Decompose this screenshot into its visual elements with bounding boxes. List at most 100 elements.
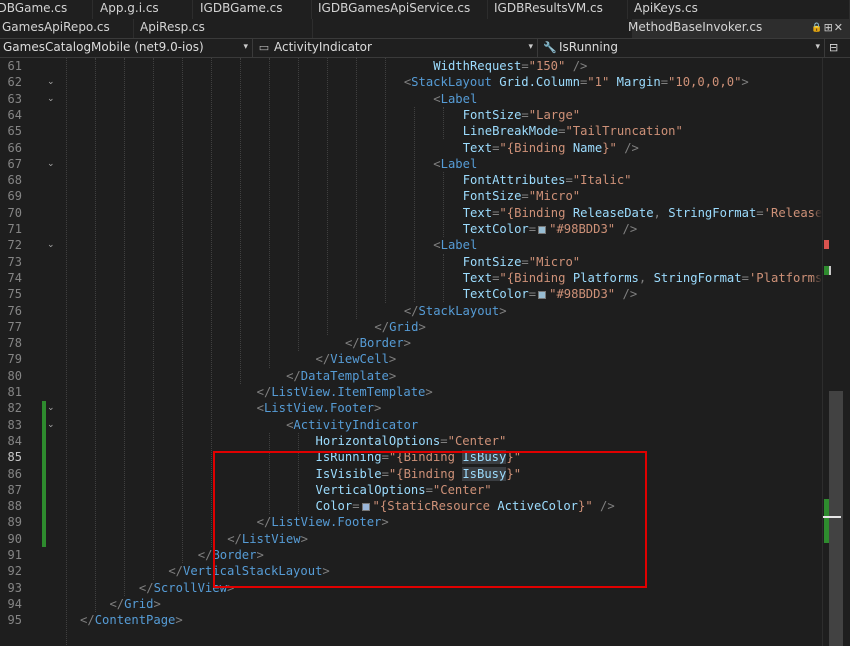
code-text: </StackLayout>: [404, 303, 507, 319]
chevron-down-icon: ▾: [528, 39, 533, 56]
highlight-annotation-box: [213, 451, 647, 588]
line-number: 87: [0, 482, 22, 498]
code-line: 65LineBreakMode="TailTruncation": [0, 123, 850, 139]
fold-chevron-icon[interactable]: ⌄: [47, 237, 55, 253]
line-number: 70: [0, 205, 22, 221]
document-tab[interactable]: ApiKeys.cs: [632, 0, 850, 19]
line-number: 76: [0, 303, 22, 319]
line-number: 84: [0, 433, 22, 449]
code-text: </Border>: [345, 335, 411, 351]
code-text: </DataTemplate>: [286, 368, 396, 384]
code-line: 72 ⌄ <Label: [0, 237, 850, 253]
code-text: <Label: [433, 237, 477, 253]
code-line: 70 Text="{Binding ReleaseDate, StringForm…: [0, 205, 850, 221]
code-text: FontSize="Micro": [463, 188, 580, 204]
code-line: 81</ListView.ItemTemplate>: [0, 384, 850, 400]
code-text: FontSize="Micro": [463, 254, 580, 270]
code-line: 77</Grid>: [0, 319, 850, 335]
document-tab[interactable]: IGDBResultsVM.cs: [492, 0, 628, 19]
tab-methodbaseinvoker[interactable]: MethodBaseInvoker.cs 🔒 ⊞ ✕: [632, 19, 850, 38]
line-number: 92: [0, 563, 22, 579]
line-number: 72: [0, 237, 22, 253]
line-number: 73: [0, 254, 22, 270]
line-number: 95: [0, 612, 22, 628]
line-number: 75: [0, 286, 22, 302]
fold-chevron-icon[interactable]: ⌄: [47, 400, 55, 416]
wrench-icon: 🔧: [543, 39, 555, 56]
line-number: 68: [0, 172, 22, 188]
code-text: WidthRequest="150" />: [433, 58, 587, 74]
fold-chevron-icon[interactable]: ⌄: [47, 91, 55, 107]
code-line: 80 </DataTemplate>: [0, 368, 850, 384]
document-tab[interactable]: IDBGame.cs: [0, 0, 93, 19]
code-text: HorizontalOptions="Center": [316, 433, 507, 449]
code-line: 61WidthRequest="150" />: [0, 58, 850, 74]
overflow-fade: [812, 58, 822, 646]
code-text: </Grid>: [109, 596, 160, 612]
scroll-caret-marker: [823, 516, 841, 518]
code-text: LineBreakMode="TailTruncation": [463, 123, 683, 139]
line-number: 64: [0, 107, 22, 123]
line-number: 66: [0, 140, 22, 156]
document-tab[interactable]: GamesApiRepo.cs: [0, 19, 134, 38]
code-line: 74Text="{Binding Platforms, StringFormat…: [0, 270, 850, 286]
code-editor[interactable]: 61WidthRequest="150" />62⌄<StackLayout G…: [0, 58, 850, 646]
navigation-bar: GamesCatalogMobile (net9.0-ios) ▾ ▭Activ…: [0, 38, 850, 58]
pin-icon[interactable]: ⊞: [830, 19, 833, 38]
code-line: 82⌄<ListView.Footer>: [0, 400, 850, 416]
document-tab[interactable]: ApiResp.cs: [138, 19, 313, 38]
vertical-scrollbar[interactable]: [822, 58, 850, 646]
tab-label: IDBGame.cs: [0, 1, 67, 15]
line-number: 67: [0, 156, 22, 172]
line-number: 80: [0, 368, 22, 384]
line-number: 77: [0, 319, 22, 335]
type-label: ActivityIndicator: [274, 40, 372, 54]
chevron-down-icon: ▾: [815, 39, 820, 56]
line-number: 82: [0, 400, 22, 416]
document-tab[interactable]: IGDBGamesApiService.cs: [316, 0, 488, 19]
project-label: GamesCatalogMobile (net9.0-ios): [3, 40, 204, 54]
code-line: 76 </StackLayout>: [0, 303, 850, 319]
fold-chevron-icon[interactable]: ⌄: [47, 74, 55, 90]
code-line: 66 Text="{Binding Name}" />: [0, 140, 850, 156]
tab-label: MethodBaseInvoker.cs: [628, 20, 762, 34]
code-text: Text="{Binding Name}" />: [463, 140, 639, 156]
close-icon[interactable]: ✕: [840, 19, 843, 38]
project-dropdown[interactable]: GamesCatalogMobile (net9.0-ios) ▾: [0, 39, 253, 57]
code-text: Text="{Binding ReleaseDate, StringFormat…: [463, 205, 845, 221]
code-line: 83⌄<ActivityIndicator: [0, 417, 850, 433]
tab-label: GamesApiRepo.cs: [2, 20, 110, 34]
code-text: </ContentPage>: [80, 612, 183, 628]
tab-label: IGDBGame.cs: [200, 1, 283, 15]
line-number: 86: [0, 466, 22, 482]
member-dropdown[interactable]: 🔧IsRunning ▾: [540, 39, 825, 57]
document-tab-row-2: MethodBaseInvoker.cs 🔒 ⊞ ✕ GamesApiRepo.…: [0, 19, 850, 38]
code-text: TextColor="#98BDD3" />: [463, 221, 637, 237]
line-number: 91: [0, 547, 22, 563]
tab-label: ApiResp.cs: [140, 20, 205, 34]
code-text: FontSize="Large": [463, 107, 580, 123]
code-line: 84 HorizontalOptions="Center": [0, 433, 850, 449]
code-text: <Label: [433, 91, 477, 107]
line-number: 78: [0, 335, 22, 351]
line-number: 71: [0, 221, 22, 237]
fold-chevron-icon[interactable]: ⌄: [47, 417, 55, 433]
split-editor-button[interactable]: ⊟: [826, 39, 850, 57]
document-tab-row-1: IDBGame.cs App.g.i.cs IGDBGame.cs IGDBGames…: [0, 0, 850, 19]
code-line: 95 </ContentPage>: [0, 612, 850, 628]
line-number: 93: [0, 580, 22, 596]
code-line: 69FontSize="Micro": [0, 188, 850, 204]
tab-label: IGDBResultsVM.cs: [494, 1, 603, 15]
line-number: 63: [0, 91, 22, 107]
code-text: </ViewCell>: [316, 351, 397, 367]
type-dropdown[interactable]: ▭ActivityIndicator ▾: [255, 39, 538, 57]
document-tab[interactable]: IGDBGame.cs: [198, 0, 312, 19]
line-number: 83: [0, 417, 22, 433]
code-text: Text="{Binding Platforms, StringFormat='…: [463, 270, 845, 286]
fold-chevron-icon[interactable]: ⌄: [47, 156, 55, 172]
document-tab[interactable]: App.g.i.cs: [98, 0, 193, 19]
line-number: 62: [0, 74, 22, 90]
code-line: 62⌄<StackLayout Grid.Column="1" Margin="…: [0, 74, 850, 90]
scrollbar-thumb[interactable]: [829, 391, 843, 646]
code-line: 94</Grid>: [0, 596, 850, 612]
